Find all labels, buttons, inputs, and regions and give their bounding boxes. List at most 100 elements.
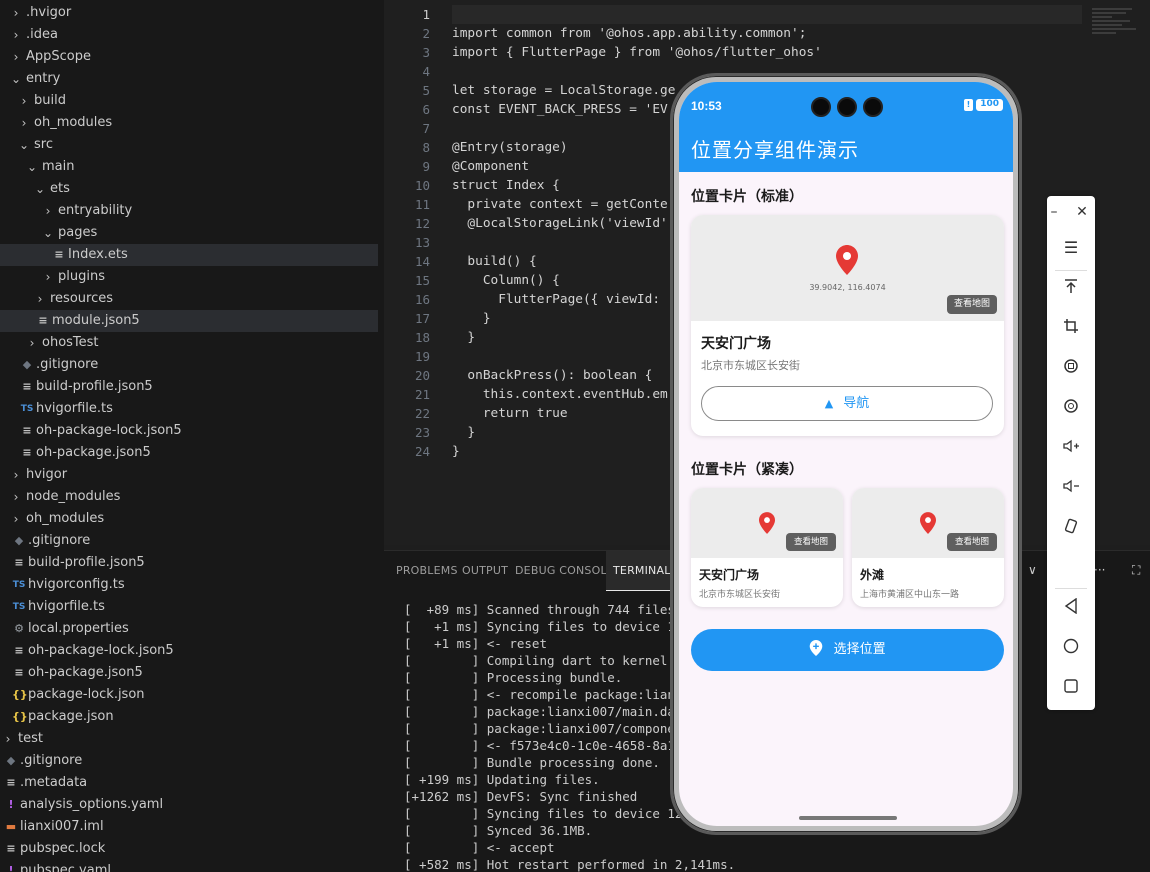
chevron-down-icon[interactable]: ⌄ xyxy=(42,222,54,244)
tree-item[interactable]: ⚙ local.properties xyxy=(0,618,378,640)
code-line[interactable]: } xyxy=(452,442,460,461)
crop-icon[interactable] xyxy=(1047,314,1095,344)
tab-output[interactable]: OUTPUT xyxy=(462,551,508,591)
location-card-compact[interactable]: 查看地图 外滩 上海市黄浦区中山东一路 xyxy=(852,488,1004,607)
code-line[interactable]: FlutterPage({ viewId: xyxy=(452,290,668,309)
tree-item[interactable]: ◆ .gitignore xyxy=(0,530,378,552)
tree-item[interactable]: ≡ oh-package-lock.json5 xyxy=(0,420,378,442)
code-line[interactable]: import { FlutterPage } from '@ohos/flutt… xyxy=(452,43,822,62)
tree-item[interactable]: › resources xyxy=(0,288,378,310)
chevron-right-icon[interactable]: › xyxy=(34,288,46,310)
back-icon[interactable] xyxy=(1047,594,1095,624)
tree-item[interactable]: ≡ pubspec.lock xyxy=(0,838,378,860)
tree-item[interactable]: › ohosTest xyxy=(0,332,378,354)
tree-item[interactable]: ! analysis_options.yaml xyxy=(0,794,378,816)
map-preview[interactable]: 查看地图 xyxy=(852,488,1004,558)
chevron-right-icon[interactable]: › xyxy=(42,200,54,222)
minimap[interactable] xyxy=(1092,8,1138,58)
menu-icon[interactable]: ☰ xyxy=(1047,233,1095,263)
tree-item[interactable]: › hvigor xyxy=(0,464,378,486)
home-icon[interactable] xyxy=(1047,634,1095,664)
chevron-right-icon[interactable]: › xyxy=(18,112,30,134)
tree-item[interactable]: ≡ Index.ets xyxy=(0,244,378,266)
code-line[interactable]: build() { xyxy=(452,252,536,271)
view-map-button[interactable]: 查看地图 xyxy=(786,533,836,551)
tree-item[interactable]: › oh_modules xyxy=(0,508,378,530)
tree-item[interactable]: ! pubspec.yaml xyxy=(0,860,378,872)
rotate-right-icon[interactable] xyxy=(1047,394,1095,424)
tree-item[interactable]: TS hvigorconfig.ts xyxy=(0,574,378,596)
code-line[interactable]: @Component xyxy=(452,157,529,176)
tree-item[interactable]: ⌄ entry xyxy=(0,68,378,90)
tree-item[interactable]: TS hvigorfile.ts xyxy=(0,398,378,420)
tree-item[interactable]: ▬ lianxi007.iml xyxy=(0,816,378,838)
tree-item[interactable]: › oh_modules xyxy=(0,112,378,134)
more-icon[interactable]: ··· xyxy=(1094,563,1105,577)
code-line[interactable]: struct Index { xyxy=(452,176,560,195)
chevron-down-icon[interactable]: ⌄ xyxy=(10,68,22,90)
tree-item[interactable]: ≡ module.json5 xyxy=(0,310,378,332)
tree-item[interactable]: › plugins xyxy=(0,266,378,288)
tree-item[interactable]: ◆ .gitignore xyxy=(0,750,378,772)
code-line[interactable]: return true xyxy=(452,404,568,423)
minimize-icon[interactable]: – xyxy=(1039,197,1069,227)
maximize-icon[interactable]: ⛶ xyxy=(1132,563,1140,578)
code-line[interactable]: this.context.eventHub.em xyxy=(452,385,668,404)
chevron-right-icon[interactable]: › xyxy=(10,24,22,46)
tree-item[interactable]: › test xyxy=(0,728,378,750)
tree-item[interactable]: ⌄ src xyxy=(0,134,378,156)
code-line[interactable]: Column() { xyxy=(452,271,560,290)
tree-item[interactable]: ≡ build-profile.json5 xyxy=(0,376,378,398)
map-preview[interactable]: 39.9042, 116.4074 查看地图 xyxy=(691,215,1004,321)
tab-terminal[interactable]: TERMINAL xyxy=(606,551,678,591)
location-card-standard[interactable]: 39.9042, 116.4074 查看地图 天安门广场 北京市东城区长安街 ▲… xyxy=(691,215,1004,436)
home-indicator[interactable] xyxy=(799,816,897,820)
chevron-down-icon[interactable]: ∨ xyxy=(1028,563,1037,577)
code-line[interactable]: onBackPress(): boolean { xyxy=(452,366,652,385)
navigate-button[interactable]: ▲ 导航 xyxy=(701,386,993,421)
chevron-right-icon[interactable]: › xyxy=(10,46,22,68)
tree-item[interactable]: ◆ .gitignore xyxy=(0,354,378,376)
tree-item[interactable]: ≡ build-profile.json5 xyxy=(0,552,378,574)
tree-item[interactable]: › entryability xyxy=(0,200,378,222)
volume-up-icon[interactable] xyxy=(1047,434,1095,464)
chevron-down-icon[interactable]: ⌄ xyxy=(34,178,46,200)
rotate-left-icon[interactable] xyxy=(1047,354,1095,384)
tab-problems[interactable]: PROBLEMS xyxy=(396,551,458,591)
tree-item[interactable]: › .idea xyxy=(0,24,378,46)
tree-item[interactable]: ⌄ pages xyxy=(0,222,378,244)
chevron-right-icon[interactable]: › xyxy=(10,486,22,508)
code-line[interactable]: } xyxy=(452,309,491,328)
pin-top-icon[interactable] xyxy=(1047,274,1095,304)
select-location-button[interactable]: 选择位置 xyxy=(691,629,1004,671)
code-line[interactable]: const EVENT_BACK_PRESS = 'EV xyxy=(452,100,668,119)
code-line[interactable]: } xyxy=(452,328,475,347)
tree-item[interactable]: ≡ oh-package.json5 xyxy=(0,662,378,684)
code-line[interactable]: private context = getConte xyxy=(452,195,667,214)
chevron-right-icon[interactable]: › xyxy=(10,2,22,24)
view-map-button[interactable]: 查看地图 xyxy=(947,295,997,314)
chevron-right-icon[interactable]: › xyxy=(42,266,54,288)
recents-icon[interactable] xyxy=(1047,674,1095,704)
tree-item[interactable]: › .hvigor xyxy=(0,2,378,24)
tree-item[interactable]: {} package.json xyxy=(0,706,378,728)
location-card-compact[interactable]: 查看地图 天安门广场 北京市东城区长安街 xyxy=(691,488,843,607)
chevron-right-icon[interactable]: › xyxy=(18,90,30,112)
code-line[interactable]: } xyxy=(452,423,475,442)
tree-item[interactable]: TS hvigorfile.ts xyxy=(0,596,378,618)
close-icon[interactable]: ✕ xyxy=(1067,197,1097,227)
chevron-right-icon[interactable]: › xyxy=(2,728,14,750)
chevron-right-icon[interactable]: › xyxy=(10,508,22,530)
shake-icon[interactable] xyxy=(1047,514,1095,544)
code-line[interactable]: @LocalStorageLink('viewId' xyxy=(452,214,667,233)
tree-item[interactable]: › node_modules xyxy=(0,486,378,508)
chevron-right-icon[interactable]: › xyxy=(26,332,38,354)
code-line[interactable]: let storage = LocalStorage.ge xyxy=(452,81,675,100)
volume-down-icon[interactable] xyxy=(1047,474,1095,504)
tree-item[interactable]: {} package-lock.json xyxy=(0,684,378,706)
code-line[interactable]: import common from '@ohos.app.ability.co… xyxy=(452,24,806,43)
tree-item[interactable]: ⌄ ets xyxy=(0,178,378,200)
tree-item[interactable]: ≡ oh-package-lock.json5 xyxy=(0,640,378,662)
tree-item[interactable]: › AppScope xyxy=(0,46,378,68)
view-map-button[interactable]: 查看地图 xyxy=(947,533,997,551)
